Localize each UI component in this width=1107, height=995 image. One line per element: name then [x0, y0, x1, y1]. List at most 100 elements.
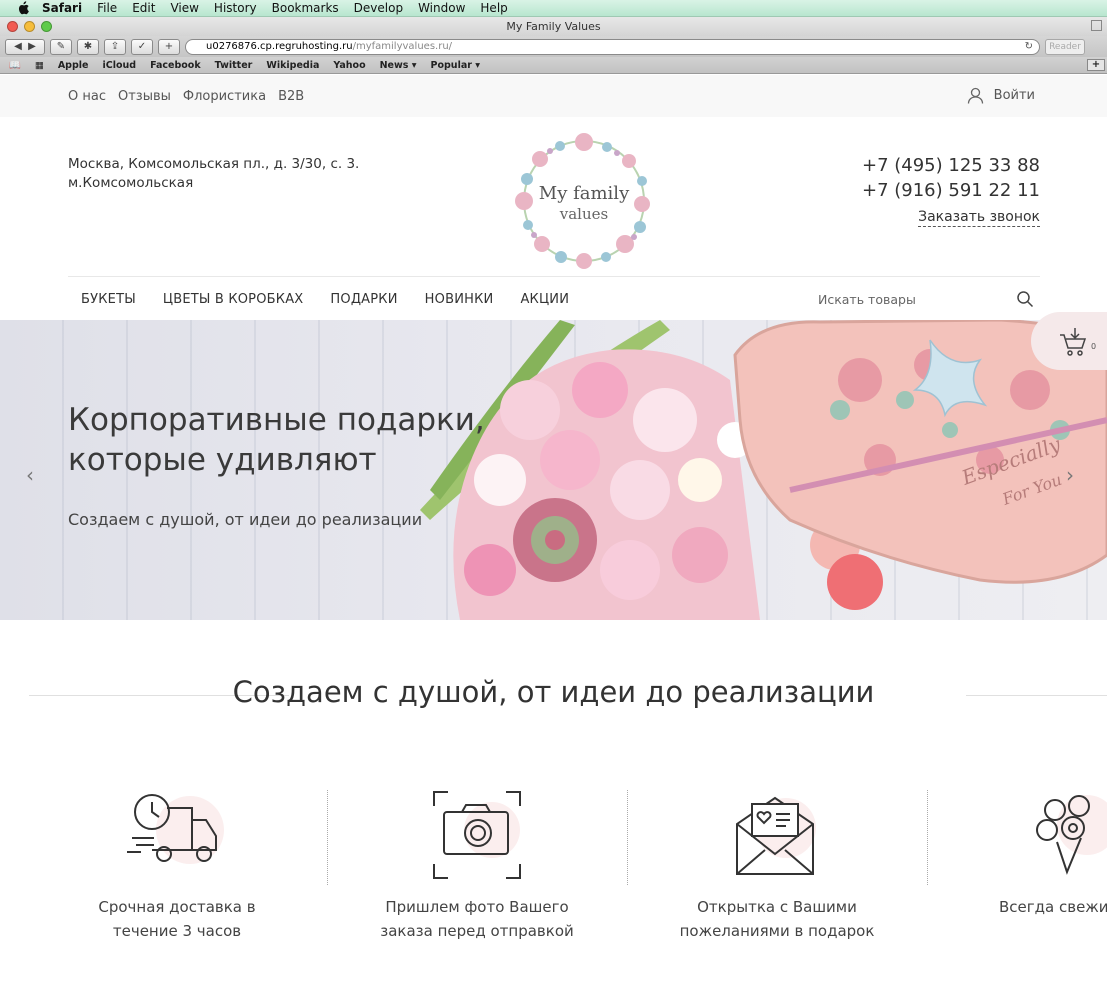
menu-history[interactable]: History	[214, 1, 257, 15]
topnav-floristics[interactable]: Флористика	[183, 89, 266, 104]
vk-extension-icon[interactable]: ✓	[131, 38, 153, 55]
site-header: Москва, Комсомольская пл., д. 3/30, с. 3…	[0, 117, 1107, 277]
menu-window[interactable]: Window	[418, 1, 465, 15]
menu-edit[interactable]: Edit	[132, 1, 155, 15]
section-title: Создаем с душой, от идеи до реализации	[232, 675, 875, 709]
feature-caption-line: Открытка с Вашими	[697, 898, 857, 916]
hero-title-line2: которые удивляют	[68, 442, 377, 478]
menu-bookmarks[interactable]: Bookmarks	[272, 1, 339, 15]
menu-view[interactable]: View	[170, 1, 198, 15]
nav-bouquets[interactable]: БУКЕТЫ	[81, 292, 136, 307]
feature-caption: Открытка с Вашими пожеланиями в подарок	[627, 895, 927, 943]
back-forward-buttons[interactable]: ◀ ▶	[5, 38, 45, 55]
add-bookmark-button[interactable]: +	[158, 38, 180, 55]
bookmark-twitter[interactable]: Twitter	[215, 60, 253, 71]
search-icon[interactable]	[1016, 290, 1034, 308]
bookmark-yahoo[interactable]: Yahoo	[333, 60, 365, 71]
browser-toolbar: ◀ ▶ ✎ ✱ ⇪ ✓ + u0276876.cp.regruhosting.r…	[0, 36, 1107, 57]
cart-icon	[1060, 328, 1087, 356]
callback-link[interactable]: Заказать звонок	[918, 209, 1040, 227]
zoom-window-button[interactable]	[41, 21, 52, 32]
share-icon[interactable]: ⇪	[104, 38, 126, 55]
minimize-window-button[interactable]	[24, 21, 35, 32]
address-bar[interactable]: u0276876.cp.regruhosting.ru/myfamilyvalu…	[185, 38, 1040, 55]
window-titlebar: My Family Values	[0, 17, 1107, 36]
search-input[interactable]: Искать товары	[818, 292, 916, 307]
menu-develop[interactable]: Develop	[354, 1, 403, 15]
feature-item: Пришлем фото Вашего заказа перед отправк…	[327, 790, 627, 943]
topnav-b2b[interactable]: B2B	[278, 89, 304, 104]
feature-item: Срочная доставка в течение 3 часов	[27, 790, 327, 943]
bookmark-facebook[interactable]: Facebook	[150, 60, 201, 71]
close-window-button[interactable]	[7, 21, 18, 32]
hero-title: Корпоративные подарки, которые удивляют	[68, 400, 485, 480]
add-label: +	[164, 41, 174, 52]
bookmark-popular[interactable]: Popular ▾	[431, 60, 480, 71]
features-row: Срочная доставка в течение 3 часов Пришл…	[0, 790, 1107, 950]
nav-gifts[interactable]: ПОДАРКИ	[330, 292, 397, 307]
bookmarks-bar: 📖 ▦ Apple iCloud Facebook Twitter Wikipe…	[0, 57, 1107, 74]
top-sites-grid-icon[interactable]: ▦	[35, 60, 44, 71]
phone-2[interactable]: +7 (916) 591 22 11	[862, 178, 1040, 203]
photo-camera-icon	[433, 791, 521, 879]
section-title-line-right	[966, 695, 1107, 696]
edit-icon[interactable]: ✎	[50, 38, 72, 55]
login-link[interactable]: Войти	[967, 87, 1035, 104]
bookmark-wikipedia[interactable]: Wikipedia	[266, 60, 319, 71]
feature-item: Открытка с Вашими пожеланиями в подарок	[627, 790, 927, 943]
logo-text-top: My family	[539, 183, 630, 204]
fresh-bouquet-icon	[1036, 795, 1107, 875]
apple-icon[interactable]	[16, 1, 30, 15]
extension-icon[interactable]: ✱	[77, 38, 99, 55]
metro-station: м.Комсомольская	[68, 175, 194, 191]
reader-button[interactable]: Reader	[1045, 38, 1085, 55]
delivery-truck-icon	[127, 794, 224, 864]
forward-arrow-icon[interactable]: ▶	[28, 41, 36, 52]
user-icon	[967, 87, 983, 104]
web-page: О нас Отзывы Флористика B2B Войти Москва…	[0, 75, 1107, 995]
greeting-card-envelope-icon	[736, 796, 816, 875]
new-tab-button[interactable]: +	[1087, 59, 1105, 71]
topnav-reviews[interactable]: Отзывы	[118, 89, 171, 104]
bookmark-icloud[interactable]: iCloud	[102, 60, 136, 71]
phone-1[interactable]: +7 (495) 125 33 88	[862, 153, 1040, 178]
logo-text-bottom: values	[559, 205, 608, 223]
menu-safari[interactable]: Safari	[42, 1, 82, 15]
feature-caption: Всегда свежие	[927, 895, 1107, 919]
feature-caption: Срочная доставка в течение 3 часов	[27, 895, 327, 943]
feature-caption-line: пожеланиями в подарок	[679, 922, 875, 940]
feature-caption: Пришлем фото Вашего заказа перед отправк…	[327, 895, 627, 943]
nav-sales[interactable]: АКЦИИ	[520, 292, 569, 307]
topnav-about[interactable]: О нас	[68, 89, 106, 104]
menu-file[interactable]: File	[97, 1, 117, 15]
url-host: u0276876.cp.regruhosting.ru	[206, 40, 353, 52]
nav-flowers-in-boxes[interactable]: ЦВЕТЫ В КОРОБКАХ	[163, 292, 304, 307]
feature-item: Всегда свежие	[927, 790, 1107, 919]
feature-caption-line: заказа перед отправкой	[380, 922, 574, 940]
hero-slider: Especially For You ‹ › Корпоративные под…	[0, 320, 1107, 620]
cart-count: 0	[1091, 342, 1097, 351]
hero-subtitle: Создаем с душой, от идеи до реализации	[68, 510, 423, 529]
reload-icon[interactable]: ↻	[1025, 40, 1033, 54]
back-arrow-icon[interactable]: ◀	[14, 41, 22, 52]
nav-new[interactable]: НОВИНКИ	[425, 292, 494, 307]
slider-next-arrow-icon[interactable]: ›	[1066, 463, 1074, 487]
bookmark-apple[interactable]: Apple	[58, 60, 89, 71]
fullscreen-icon[interactable]	[1091, 20, 1102, 31]
site-logo[interactable]: My family values	[512, 129, 656, 273]
hero-title-line1: Корпоративные подарки,	[68, 402, 485, 438]
window-controls	[7, 21, 52, 32]
bookmarks-book-icon[interactable]: 📖	[9, 60, 21, 71]
login-label: Войти	[993, 88, 1035, 103]
phone-block: +7 (495) 125 33 88 +7 (916) 591 22 11 За…	[862, 153, 1040, 228]
mac-menubar: Safari File Edit View History Bookmarks …	[0, 0, 1107, 17]
top-navigation: О нас Отзывы Флористика B2B Войти	[0, 75, 1107, 117]
cart-button[interactable]: 0	[1031, 312, 1107, 370]
bookmark-news[interactable]: News ▾	[380, 60, 417, 71]
menu-help[interactable]: Help	[480, 1, 507, 15]
window-title: My Family Values	[506, 20, 601, 33]
feature-caption-line: Срочная доставка в	[98, 898, 256, 916]
main-navigation: БУКЕТЫ ЦВЕТЫ В КОРОБКАХ ПОДАРКИ НОВИНКИ …	[0, 277, 1107, 321]
feature-caption-line: Всегда свежие	[999, 898, 1107, 916]
slider-prev-arrow-icon[interactable]: ‹	[26, 463, 34, 487]
